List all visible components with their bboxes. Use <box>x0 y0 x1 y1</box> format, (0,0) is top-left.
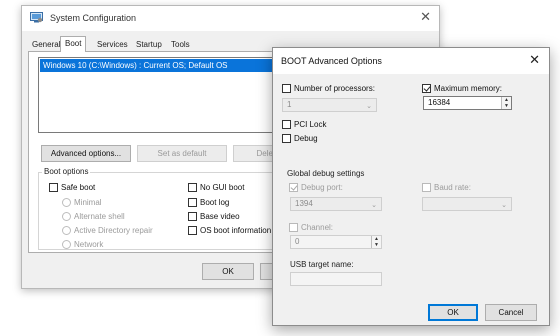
base-video-label: Base video <box>200 212 240 221</box>
debug-label: Debug <box>294 134 318 143</box>
minimal-radio[interactable]: Minimal <box>62 198 102 207</box>
boot-log-label: Boot log <box>200 198 230 207</box>
ok-button[interactable]: OK <box>202 263 254 280</box>
tab-startup[interactable]: Startup <box>132 38 166 51</box>
minimal-label: Minimal <box>74 198 102 207</box>
os-boot-information-box[interactable] <box>188 226 197 235</box>
active-directory-repair-radio[interactable]: Active Directory repair <box>62 226 153 235</box>
number-of-processors-checkbox[interactable]: Number of processors: <box>282 84 375 93</box>
channel-checkbox[interactable]: Channel: <box>289 223 333 232</box>
usb-target-name-field[interactable] <box>290 272 382 286</box>
pci-lock-checkbox[interactable]: PCI Lock <box>282 120 326 129</box>
channel-value: 0 <box>295 237 300 246</box>
minimal-radio-circle[interactable] <box>62 198 71 207</box>
dialog-title-bar[interactable]: BOOT Advanced Options ✕ <box>273 48 549 74</box>
baud-rate-checkbox[interactable]: Baud rate: <box>422 183 471 192</box>
set-as-default-button[interactable]: Set as default <box>137 145 227 162</box>
cancel-button[interactable]: Cancel <box>485 304 537 321</box>
boot-options-legend: Boot options <box>42 167 91 176</box>
ok-label: OK <box>222 267 234 276</box>
baud-rate-box[interactable] <box>422 183 431 192</box>
no-gui-boot-checkbox[interactable]: No GUI boot <box>188 183 244 192</box>
baud-rate-label: Baud rate: <box>434 183 471 192</box>
title-bar[interactable]: System Configuration ✕ <box>22 6 439 31</box>
base-video-box[interactable] <box>188 212 197 221</box>
safe-boot-checkbox[interactable]: Safe boot <box>49 183 95 192</box>
usb-target-name-label: USB target name: <box>290 260 354 269</box>
number-of-processors-label: Number of processors: <box>294 84 375 93</box>
boot-log-checkbox[interactable]: Boot log <box>188 198 229 207</box>
chevron-down-icon: ⌄ <box>501 202 507 209</box>
chevron-down-icon: ⌄ <box>366 103 372 110</box>
debug-port-box[interactable] <box>289 183 298 192</box>
debug-port-checkbox[interactable]: Debug port: <box>289 183 343 192</box>
maximum-memory-label: Maximum memory: <box>434 84 503 93</box>
maximum-memory-box[interactable] <box>422 84 431 93</box>
base-video-checkbox[interactable]: Base video <box>188 212 240 221</box>
close-icon[interactable]: ✕ <box>420 10 431 24</box>
boot-log-box[interactable] <box>188 198 197 207</box>
ok-button[interactable]: OK <box>428 304 478 321</box>
number-of-processors-value: 1 <box>287 100 292 109</box>
boot-advanced-options-dialog: BOOT Advanced Options ✕ Number of proces… <box>272 47 550 326</box>
tab-boot[interactable]: Boot <box>60 36 87 52</box>
active-directory-repair-radio-circle[interactable] <box>62 226 71 235</box>
set-as-default-label: Set as default <box>157 149 207 158</box>
no-gui-boot-box[interactable] <box>188 183 197 192</box>
spinner-icon[interactable]: ▲ ▼ <box>501 97 511 109</box>
advanced-options-label: Advanced options... <box>50 149 122 158</box>
dialog-title: BOOT Advanced Options <box>281 56 382 66</box>
close-icon[interactable]: ✕ <box>529 53 540 67</box>
network-label: Network <box>74 240 104 249</box>
window-title: System Configuration <box>50 13 137 23</box>
baud-rate-select[interactable]: ⌄ <box>422 197 512 211</box>
tab-general[interactable]: General <box>28 38 64 51</box>
debug-checkbox[interactable]: Debug <box>282 134 318 143</box>
channel-box[interactable] <box>289 223 298 232</box>
maximum-memory-field[interactable]: 16384 ▲ ▼ <box>423 96 512 110</box>
global-debug-settings-legend: Global debug settings <box>287 169 365 178</box>
pci-lock-label: PCI Lock <box>294 120 327 129</box>
tab-services[interactable]: Services <box>93 38 132 51</box>
no-gui-boot-label: No GUI boot <box>200 183 245 192</box>
os-boot-information-checkbox[interactable]: OS boot information <box>188 226 271 235</box>
os-boot-information-label: OS boot information <box>200 226 272 235</box>
network-radio[interactable]: Network <box>62 240 103 249</box>
debug-port-value: 1394 <box>295 199 313 208</box>
safe-boot-label: Safe boot <box>61 183 96 192</box>
number-of-processors-box[interactable] <box>282 84 291 93</box>
alternate-shell-label: Alternate shell <box>74 212 125 221</box>
channel-field[interactable]: 0 ▲ ▼ <box>290 235 382 249</box>
maximum-memory-value: 16384 <box>428 98 451 107</box>
channel-label: Channel: <box>301 223 334 232</box>
tab-tools[interactable]: Tools <box>167 38 194 51</box>
debug-port-select[interactable]: 1394 ⌄ <box>290 197 382 211</box>
maximum-memory-checkbox[interactable]: Maximum memory: <box>422 84 502 93</box>
advanced-options-button[interactable]: Advanced options... <box>41 145 131 162</box>
chevron-down-icon: ⌄ <box>371 202 377 209</box>
debug-box[interactable] <box>282 134 291 143</box>
ok-label: OK <box>447 308 459 317</box>
alternate-shell-radio[interactable]: Alternate shell <box>62 212 125 221</box>
alternate-shell-radio-circle[interactable] <box>62 212 71 221</box>
debug-port-label: Debug port: <box>301 183 343 192</box>
active-directory-repair-label: Active Directory repair <box>74 226 153 235</box>
network-radio-circle[interactable] <box>62 240 71 249</box>
pci-lock-box[interactable] <box>282 120 291 129</box>
system-configuration-icon <box>30 12 43 23</box>
cancel-label: Cancel <box>498 308 524 317</box>
number-of-processors-select[interactable]: 1 ⌄ <box>282 98 377 112</box>
safe-boot-box[interactable] <box>49 183 58 192</box>
spinner-icon[interactable]: ▲ ▼ <box>371 236 381 248</box>
